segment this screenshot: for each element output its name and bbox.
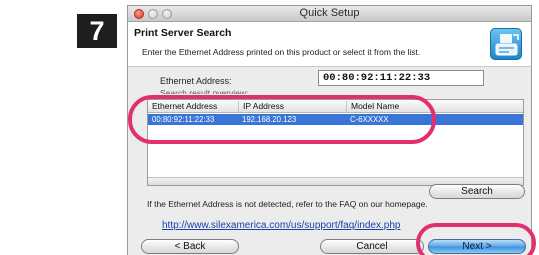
step-number-badge: 7: [77, 14, 117, 48]
step-number: 7: [89, 15, 105, 46]
back-button[interactable]: < Back: [141, 239, 239, 254]
ethernet-address-label: Ethernet Address:: [160, 76, 232, 86]
network-device-icon: [490, 28, 522, 60]
search-button[interactable]: Search: [429, 184, 525, 199]
results-caption: Search result overview:: [160, 88, 249, 94]
help-text: If the Ethernet Address is not detected,…: [147, 199, 428, 209]
window-title: Quick Setup: [299, 7, 360, 19]
cancel-button[interactable]: Cancel: [320, 239, 424, 254]
page-heading: Print Server Search: [134, 27, 232, 39]
ethernet-address-input[interactable]: 00:80:92:11:22:33: [318, 70, 484, 86]
header-band: Print Server Search Enter the Ethernet A…: [128, 22, 531, 67]
faq-link[interactable]: http://www.silexamerica.com/us/support/f…: [162, 220, 400, 231]
next-button-callout: [416, 223, 536, 255]
result-row-callout: [128, 95, 436, 144]
window-titlebar[interactable]: Quick Setup: [128, 6, 531, 22]
instruction-text: Enter the Ethernet Address printed on th…: [142, 47, 421, 57]
